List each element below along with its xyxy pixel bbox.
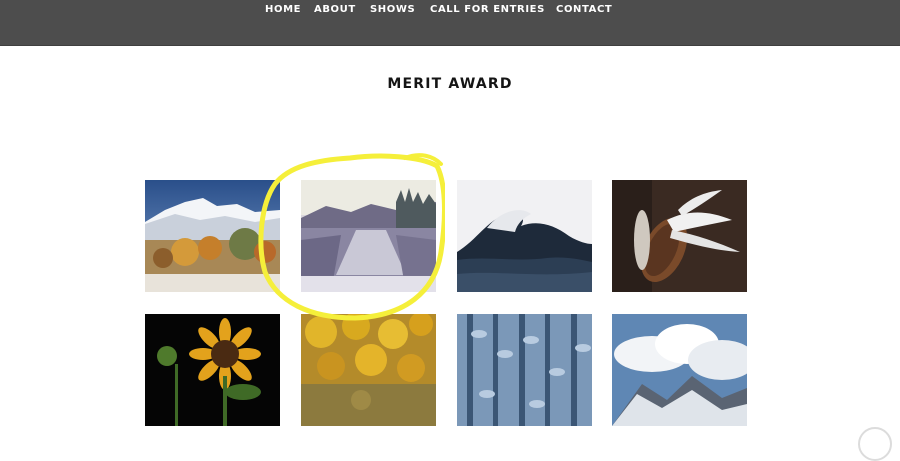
wave-image [457, 180, 592, 292]
milkweed-image [612, 180, 747, 292]
sunflower-image [145, 314, 280, 426]
gallery-thumbnail-cloudy-peak[interactable] [612, 314, 747, 426]
gallery-thumbnail-wave[interactable] [457, 180, 592, 292]
river-image [301, 180, 436, 292]
mountain-image [145, 180, 280, 292]
gallery-thumbnail-mountain[interactable] [145, 180, 280, 292]
gallery-thumbnail-frosted-plants[interactable] [457, 314, 592, 426]
cloudy-peak-image [612, 314, 747, 426]
gallery-thumbnail-yellow-flowers[interactable] [301, 314, 436, 426]
gallery-thumbnail-milkweed[interactable] [612, 180, 747, 292]
frosted-plants-image [457, 314, 592, 426]
gallery-thumbnail-river[interactable] [301, 180, 436, 292]
gallery-grid [0, 0, 900, 437]
scroll-up-button[interactable] [858, 427, 892, 461]
yellow-flowers-image [301, 314, 436, 426]
gallery-thumbnail-sunflowers[interactable] [145, 314, 280, 426]
